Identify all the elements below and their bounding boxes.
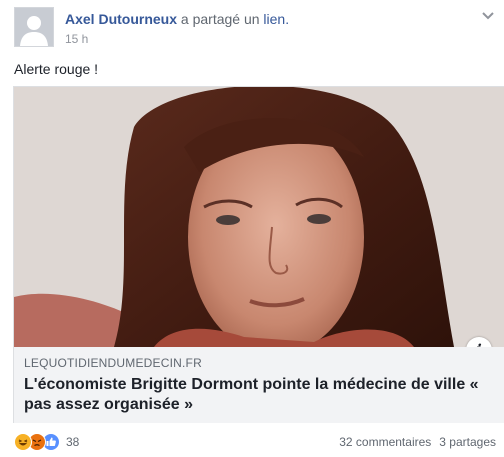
post-stats: 32 commentaires 3 partages	[339, 435, 496, 449]
post-text: Alerte rouge !	[14, 61, 99, 77]
comments-count-link[interactable]: 32 commentaires	[339, 435, 431, 449]
preview-image[interactable]	[14, 87, 504, 347]
haha-icon	[14, 433, 32, 451]
portrait-photo	[14, 87, 504, 347]
feed-post: Axel Dutourneux a partagé un lien. 15 h …	[0, 0, 504, 457]
post-timestamp[interactable]: 15 h	[65, 31, 88, 47]
preview-domain: LEQUOTIDIENDUMEDECIN.FR	[24, 356, 202, 370]
chevron-down-icon[interactable]	[480, 8, 496, 24]
shares-count-link[interactable]: 3 partages	[439, 435, 496, 449]
preview-body[interactable]: LEQUOTIDIENDUMEDECIN.FR L'économiste Bri…	[14, 347, 504, 423]
shared-text: a partagé un	[180, 11, 260, 27]
reactions-summary[interactable]: 38	[14, 433, 79, 451]
link-preview-card[interactable]: i LEQUOTIDIENDUMEDECIN.FR L'économiste B…	[13, 86, 504, 423]
avatar[interactable]	[14, 7, 54, 47]
reaction-count[interactable]: 38	[66, 435, 79, 449]
shared-link-word[interactable]: lien.	[263, 11, 289, 27]
default-avatar-icon	[15, 8, 53, 46]
preview-headline[interactable]: L'économiste Brigitte Dormont pointe la …	[24, 375, 494, 415]
author-name-link[interactable]: Axel Dutourneux	[65, 11, 177, 27]
post-header-line: Axel Dutourneux a partagé un lien.	[65, 10, 289, 28]
